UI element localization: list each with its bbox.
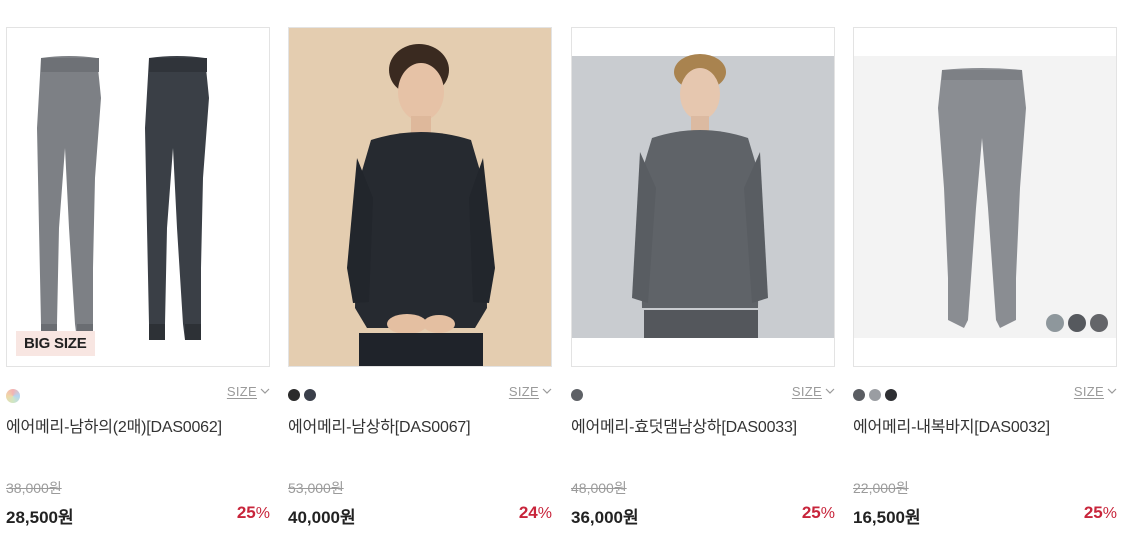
product-name[interactable]: 에어메리-효덧댐남상하[DAS0033] — [571, 413, 835, 437]
sale-price: 40,000원 — [288, 508, 356, 527]
size-button[interactable]: SIZE — [792, 384, 835, 399]
sale-price: 28,500원 — [6, 508, 74, 527]
color-swatch-gray[interactable] — [571, 389, 583, 401]
product-card-3[interactable]: SIZE 에어메리-효덧댐남상하[DAS0033] 48,000원 36,000… — [571, 27, 835, 527]
color-swatch-light-gray[interactable] — [869, 389, 881, 401]
model-gray-top-image — [572, 28, 834, 366]
chevron-down-icon — [1107, 388, 1117, 394]
product-card-4[interactable]: SIZE 에어메리-내복바지[DAS0032] 22,000원 16,500원 … — [853, 27, 1117, 527]
product-name[interactable]: 에어메리-남상하[DAS0067] — [288, 413, 552, 437]
size-button[interactable]: SIZE — [509, 384, 552, 399]
overlay-dot-light — [1046, 314, 1064, 332]
color-swatches — [571, 389, 583, 401]
color-swatch-charcoal[interactable] — [853, 389, 865, 401]
overlay-dot-gray — [1090, 314, 1108, 332]
product-name[interactable]: 에어메리-남하의(2매)[DAS0062] — [6, 413, 270, 437]
long-johns-pair-image — [7, 28, 269, 366]
chevron-down-icon — [542, 388, 552, 394]
color-swatches — [853, 389, 897, 401]
chevron-down-icon — [825, 388, 835, 394]
discount-rate: 24% — [518, 503, 552, 522]
color-swatches — [288, 389, 316, 401]
chevron-down-icon — [260, 388, 270, 394]
original-price: 48,000원 — [571, 480, 627, 496]
sale-price: 16,500원 — [853, 508, 921, 527]
color-swatch-black[interactable] — [288, 389, 300, 401]
original-price: 38,000원 — [6, 480, 62, 496]
original-price: 22,000원 — [853, 480, 909, 496]
big-size-badge: BIG SIZE — [16, 331, 95, 356]
original-price: 53,000원 — [288, 480, 344, 496]
color-swatches — [6, 389, 20, 403]
discount-rate: 25% — [801, 503, 835, 522]
product-card-2[interactable]: SIZE 에어메리-남상하[DAS0067] 53,000원 40,000원 2… — [288, 27, 552, 527]
product-card-1[interactable]: BIG SIZE SIZE 에어메리-남하의(2매)[DAS0062] 38,0… — [6, 27, 270, 527]
color-options-overlay — [1046, 314, 1108, 332]
color-swatch-black[interactable] — [885, 389, 897, 401]
product-image-3[interactable] — [571, 27, 835, 367]
multicolor-swatch[interactable] — [6, 389, 20, 403]
product-image-4[interactable] — [853, 27, 1117, 367]
product-image-2[interactable] — [288, 27, 552, 367]
size-button[interactable]: SIZE — [1074, 384, 1117, 399]
product-image-1[interactable]: BIG SIZE — [6, 27, 270, 367]
product-name[interactable]: 에어메리-내복바지[DAS0032] — [853, 413, 1117, 437]
color-swatch-navy[interactable] — [304, 389, 316, 401]
sale-price: 36,000원 — [571, 508, 639, 527]
discount-rate: 25% — [236, 503, 270, 522]
overlay-dot-dark — [1068, 314, 1086, 332]
size-button[interactable]: SIZE — [227, 384, 270, 399]
model-dark-top-image — [289, 28, 551, 366]
discount-rate: 25% — [1083, 503, 1117, 522]
